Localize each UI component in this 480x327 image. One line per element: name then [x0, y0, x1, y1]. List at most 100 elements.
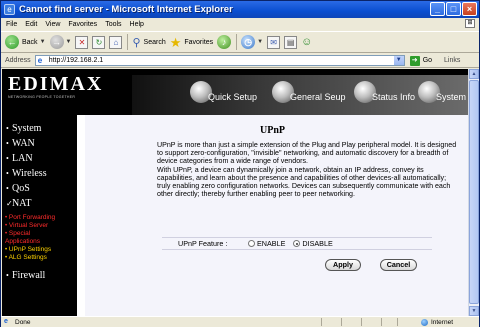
- stop-button[interactable]: ✕: [75, 35, 89, 49]
- enable-radio[interactable]: ENABLE: [248, 239, 285, 248]
- minimize-button[interactable]: _: [430, 2, 445, 16]
- zone-label: Internet: [430, 318, 453, 326]
- sub-label: UPnP Settings: [8, 246, 52, 253]
- menu-help[interactable]: Help: [130, 21, 144, 28]
- nav-item-firewall[interactable]: • Firewall: [6, 270, 45, 281]
- logo-tagline: NETWORKING PEOPLE TOGETHER: [8, 95, 76, 99]
- maximize-button[interactable]: □: [446, 2, 461, 16]
- history-button[interactable]: ◷ ▼: [241, 35, 263, 49]
- menu-edit[interactable]: Edit: [25, 21, 37, 28]
- nav-label: Wireless: [12, 168, 47, 179]
- address-url: http://192.168.2.1: [48, 57, 104, 64]
- status-divider: [341, 318, 342, 326]
- title-bar: e Cannot find server - Microsoft Interne…: [1, 1, 479, 18]
- star-icon: ★: [169, 34, 182, 50]
- print-icon: ▤: [284, 35, 298, 49]
- upnp-feature-row: UPnP Feature : ENABLE DISABLE: [162, 237, 432, 250]
- menu-favorites[interactable]: Favorites: [68, 21, 97, 28]
- sub-label: ALG Settings: [8, 254, 47, 261]
- status-divider: [321, 318, 322, 326]
- vertical-scrollbar[interactable]: ▲ ▼: [468, 69, 479, 316]
- upnp-feature-label: UPnP Feature :: [178, 239, 228, 248]
- address-input[interactable]: e http://192.168.2.1 ▼: [34, 55, 405, 66]
- window-title: Cannot find server - Microsoft Internet …: [19, 4, 233, 15]
- ie-icon: e: [4, 4, 15, 15]
- tab-general-setup[interactable]: General Seup: [272, 81, 346, 103]
- tab-system-tools[interactable]: System Tools: [418, 81, 468, 103]
- print-button[interactable]: ▤: [284, 35, 298, 49]
- home-icon: ⌂: [109, 35, 123, 49]
- edimax-logo: EDIMAX: [8, 73, 104, 95]
- disable-label: DISABLE: [302, 239, 333, 248]
- scroll-thumb[interactable]: [469, 80, 479, 304]
- refresh-button[interactable]: ↻: [92, 35, 106, 49]
- scroll-down-icon[interactable]: ▼: [469, 306, 479, 316]
- tab-general-setup-label: General Seup: [290, 92, 346, 102]
- back-button[interactable]: ← Back ▼: [5, 35, 46, 49]
- left-nav: • System • WAN • LAN • Wireless • QoS ✓NAT • …: [2, 115, 77, 316]
- chevron-down-icon: ▼: [39, 39, 46, 45]
- sub-item-special[interactable]: • Special: [5, 230, 30, 238]
- ie-page-icon: e: [37, 55, 43, 65]
- bullet-icon: •: [5, 223, 8, 229]
- messenger-button[interactable]: ☺: [301, 36, 312, 48]
- search-icon: ⚲: [132, 36, 141, 49]
- mail-button[interactable]: ✉: [267, 35, 281, 49]
- sub-item-upnp-settings[interactable]: • UPnP Settings: [5, 246, 51, 254]
- description-paragraph-2: With UPnP, a device can dynamically join…: [157, 165, 451, 199]
- search-label: Search: [143, 38, 166, 46]
- close-button[interactable]: ×: [462, 2, 477, 16]
- status-text: Done: [15, 318, 31, 326]
- radio-dot: [248, 240, 255, 247]
- address-bar: Address e http://192.168.2.1 ▼ ➜ Go Link…: [1, 54, 479, 68]
- nav-item-qos[interactable]: • QoS: [6, 183, 30, 194]
- disable-radio[interactable]: DISABLE: [293, 239, 333, 248]
- nav-label: WAN: [12, 138, 35, 149]
- globe-icon: [420, 318, 428, 326]
- nav-item-nat[interactable]: ✓NAT: [6, 198, 31, 209]
- nav-label: LAN: [12, 153, 33, 164]
- tab-status-info[interactable]: Status Info: [354, 81, 416, 103]
- chevron-down-icon: ▼: [257, 39, 264, 45]
- enable-label: ENABLE: [257, 239, 286, 248]
- media-button[interactable]: ♪: [217, 35, 232, 49]
- sub-item-port-forwarding[interactable]: • Port Forwarding: [5, 214, 55, 222]
- tab-status-info-label: Status Info: [372, 92, 416, 102]
- sub-item-virtual-server[interactable]: • Virtual Server: [5, 222, 48, 230]
- bullet-icon: •: [5, 255, 8, 261]
- address-label: Address: [5, 57, 31, 64]
- sub-item-applications[interactable]: Applications: [5, 238, 40, 245]
- toolbar-divider: [127, 34, 129, 50]
- status-divider: [397, 318, 398, 326]
- router-banner: EDIMAX NETWORKING PEOPLE TOGETHER Quick …: [2, 69, 468, 115]
- cancel-button[interactable]: Cancel: [380, 259, 417, 271]
- stop-icon: ✕: [75, 35, 89, 49]
- windows-flag-icon: ⊞: [465, 19, 475, 28]
- status-bar: e Done Internet: [1, 316, 479, 327]
- forward-button[interactable]: → ▼: [49, 35, 71, 49]
- favorites-label: Favorites: [184, 38, 214, 46]
- go-button[interactable]: ➜ Go: [409, 55, 432, 66]
- links-button[interactable]: Links: [444, 57, 460, 64]
- chevron-down-icon[interactable]: ▼: [393, 56, 404, 65]
- apply-button[interactable]: Apply: [325, 259, 361, 271]
- sub-label: Virtual Server: [8, 222, 49, 229]
- media-icon: ♪: [217, 35, 232, 49]
- home-button[interactable]: ⌂: [109, 35, 123, 49]
- radio-dot-selected: [293, 240, 301, 247]
- nav-item-wireless[interactable]: • Wireless: [6, 168, 47, 179]
- nav-item-system[interactable]: • System: [6, 123, 41, 134]
- sub-item-alg-settings[interactable]: • ALG Settings: [5, 254, 47, 262]
- search-button[interactable]: ⚲ Search: [132, 36, 165, 49]
- scroll-up-icon[interactable]: ▲: [469, 69, 479, 79]
- menu-tools[interactable]: Tools: [105, 21, 121, 28]
- tab-quick-setup[interactable]: Quick Setup: [190, 81, 257, 103]
- window-controls: _ □ ×: [430, 2, 477, 16]
- menu-file[interactable]: File: [6, 21, 17, 28]
- bullet-icon: •: [5, 247, 8, 253]
- menu-view[interactable]: View: [45, 21, 60, 28]
- nav-item-wan[interactable]: • WAN: [6, 138, 35, 149]
- favorites-button[interactable]: ★ Favorites: [170, 36, 213, 49]
- nav-item-lan[interactable]: • LAN: [6, 153, 33, 164]
- history-icon: ◷: [241, 35, 256, 49]
